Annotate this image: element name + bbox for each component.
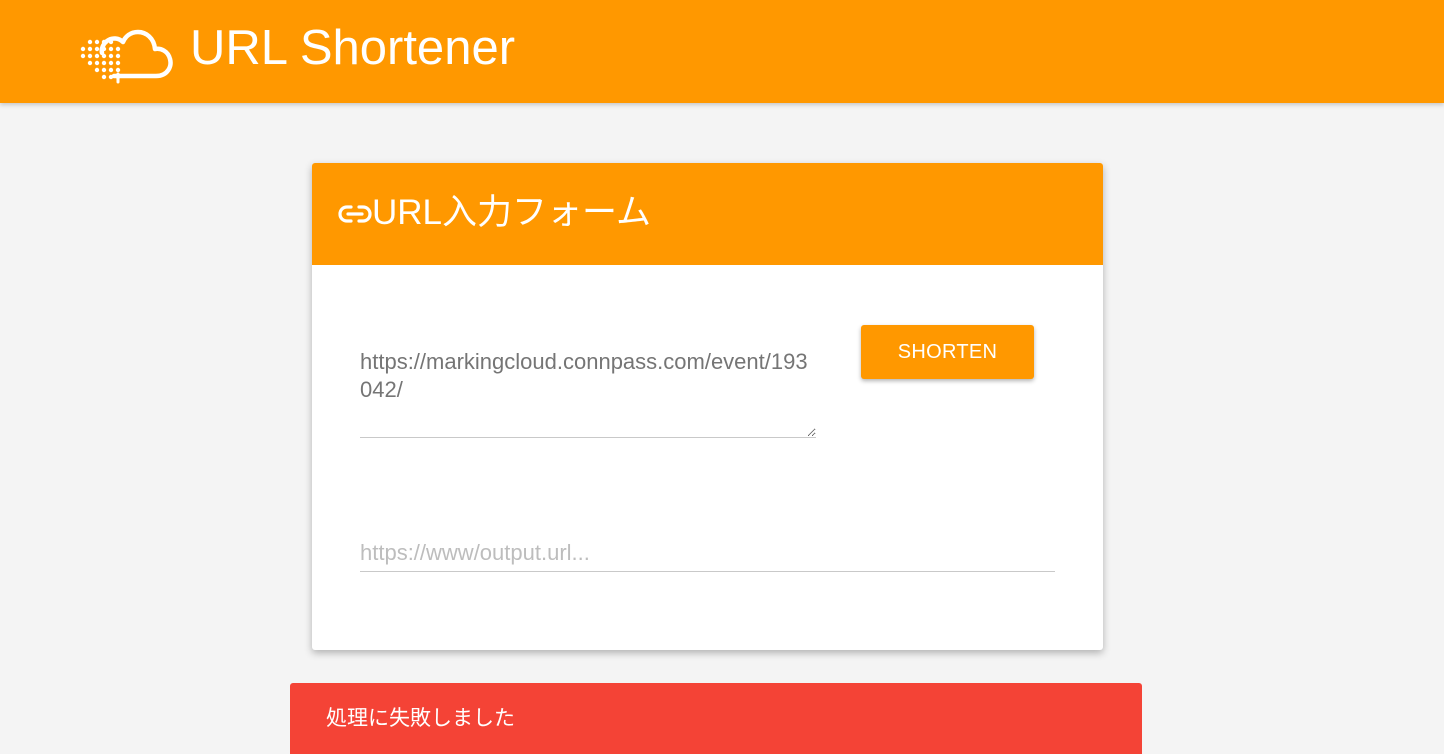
card-header: URL入力フォーム <box>312 163 1103 265</box>
error-message: 処理に失敗しました <box>326 707 515 730</box>
cloud-dots-logo-icon <box>80 29 173 84</box>
app-bar: URL Shortener <box>0 0 1444 103</box>
output-url-field[interactable] <box>360 535 1055 572</box>
app-title: URL Shortener <box>190 21 516 75</box>
error-banner: 処理に失敗しました <box>290 683 1142 754</box>
shorten-button[interactable]: SHORTEN <box>861 325 1034 379</box>
url-form-card: URL入力フォーム https://markingcloud.connpass.… <box>312 163 1103 650</box>
link-icon <box>338 205 372 223</box>
url-input[interactable]: https://markingcloud.connpass.com/event/… <box>360 348 816 438</box>
card-title: URL入力フォーム <box>372 193 651 232</box>
